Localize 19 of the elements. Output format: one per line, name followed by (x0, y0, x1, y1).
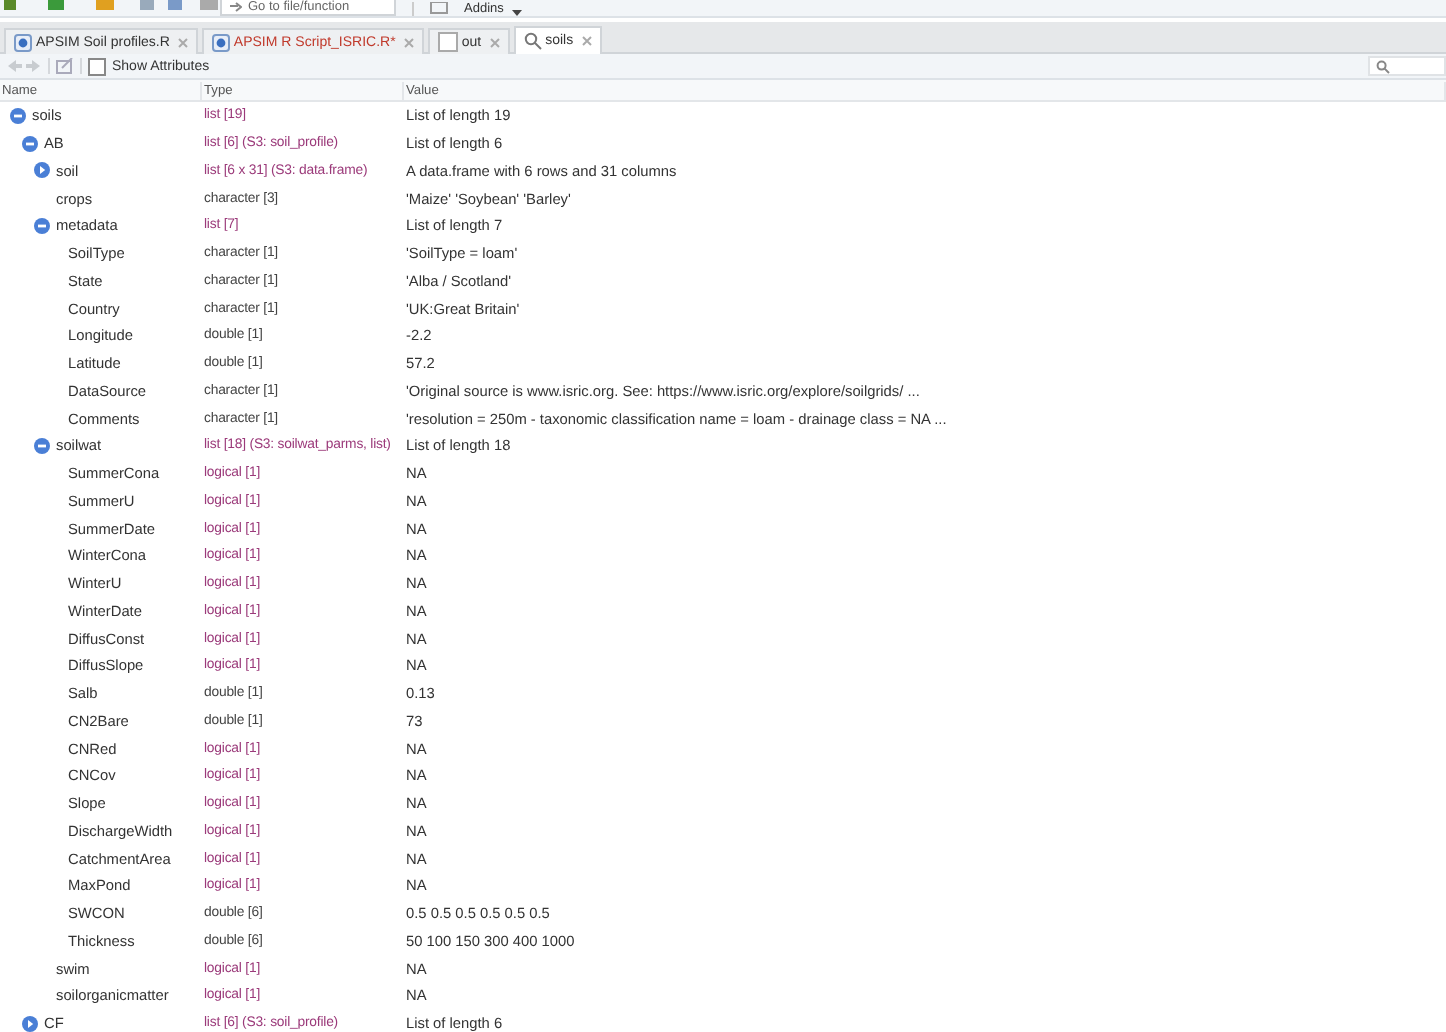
grid-icon[interactable] (430, 2, 448, 14)
close-icon[interactable] (177, 37, 188, 47)
search-field[interactable] (1368, 56, 1446, 76)
show-attributes-checkbox[interactable] (88, 57, 106, 75)
collapse-icon[interactable] (10, 107, 26, 124)
expand-icon[interactable] (22, 1015, 38, 1032)
close-icon[interactable] (489, 37, 500, 47)
expand-icon[interactable] (34, 162, 50, 179)
arrow-icon (230, 2, 242, 12)
close-icon[interactable] (581, 36, 592, 46)
close-icon[interactable] (403, 37, 414, 47)
caret-icon[interactable] (511, 10, 522, 16)
collapse-icon[interactable] (22, 135, 38, 152)
search-icon (1376, 59, 1390, 73)
search-icon (523, 32, 542, 50)
collapse-icon[interactable] (34, 437, 50, 454)
collapse-icon[interactable] (34, 217, 50, 234)
popout-icon[interactable] (56, 58, 74, 74)
blank-page-icon (437, 32, 458, 52)
